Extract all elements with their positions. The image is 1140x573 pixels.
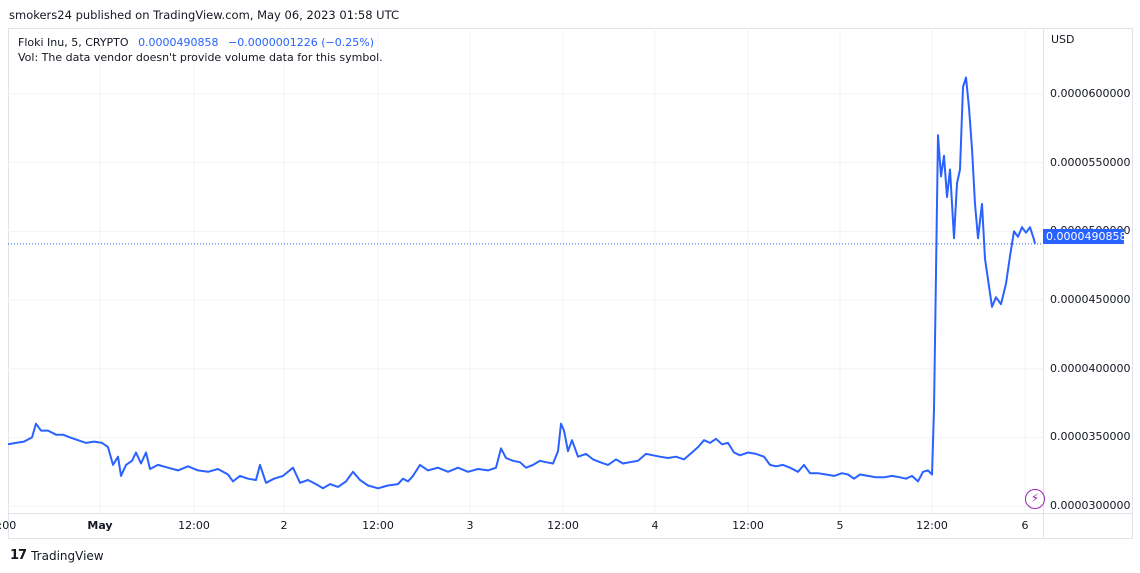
price-chart[interactable] xyxy=(8,28,1043,513)
legend-symbol[interactable]: Floki Inu, 5, CRYPTO xyxy=(18,36,129,49)
x-tick-label: 2 xyxy=(280,519,288,532)
x-tick-label: 4 xyxy=(651,519,659,532)
x-tick-label: :2:00 xyxy=(0,519,17,532)
price-series-line[interactable] xyxy=(8,76,1036,490)
currency-label[interactable]: USD xyxy=(1051,33,1075,46)
lightning-icon[interactable]: ⚡ xyxy=(1025,489,1045,509)
legend-price: 0.0000490858 xyxy=(138,36,219,49)
x-tick-label: 3 xyxy=(466,519,474,532)
y-tick-label: 0.0000550000 xyxy=(1050,155,1131,169)
time-axis-divider xyxy=(8,513,1133,514)
x-tick-label: May xyxy=(87,519,113,532)
tv-logo-icon: 17 xyxy=(10,548,27,563)
chart-legend: Floki Inu, 5, CRYPTO 0.0000490858 −0.000… xyxy=(18,35,374,51)
x-tick-label: 12:00 xyxy=(916,519,948,532)
x-tick-label: 12:00 xyxy=(547,519,579,532)
x-tick-label: 6 xyxy=(1021,519,1029,532)
legend-change: −0.0000001226 (−0.25%) xyxy=(228,36,374,49)
volume-note: Vol: The data vendor doesn't provide vol… xyxy=(18,51,383,64)
y-tick-label: 0.0000600000 xyxy=(1050,86,1131,100)
y-tick-label: 0.0000450000 xyxy=(1050,293,1131,307)
y-tick-label: 0.0000300000 xyxy=(1050,499,1131,513)
x-tick-label: 12:00 xyxy=(732,519,764,532)
y-tick-label: 0.0000350000 xyxy=(1050,430,1131,444)
publish-credit: smokers24 published on TradingView.com, … xyxy=(9,8,399,22)
x-tick-label: 12:00 xyxy=(178,519,210,532)
brand-name: TradingView xyxy=(31,548,104,563)
last-price-tag: 0.0000490858 xyxy=(1043,229,1126,244)
price-axis-divider xyxy=(1043,28,1044,539)
y-tick-label: 0.0000400000 xyxy=(1050,361,1131,375)
tradingview-logo[interactable]: 17 TradingView xyxy=(10,548,104,563)
x-tick-label: 12:00 xyxy=(362,519,394,532)
x-tick-label: 5 xyxy=(836,519,844,532)
